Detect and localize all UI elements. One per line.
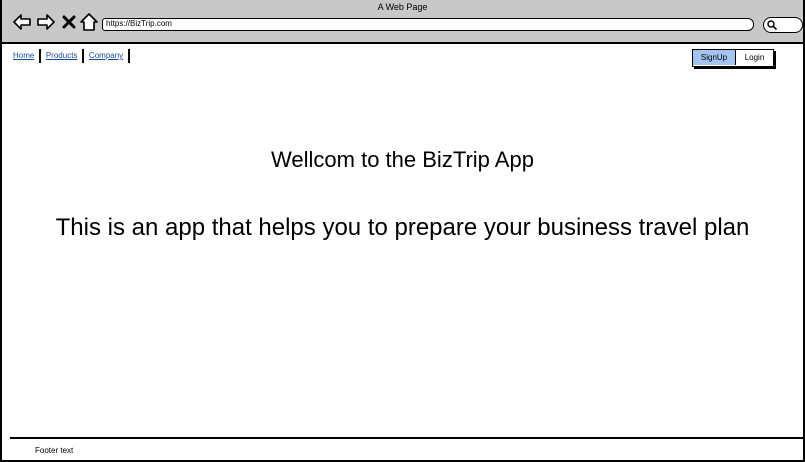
page-headline: Wellcom to the BizTrip App [271,147,534,172]
close-icon[interactable] [59,12,79,32]
nav-link-home[interactable]: Home [13,50,39,62]
signup-button[interactable]: SignUp [693,50,736,65]
top-nav: Home Products Company [13,49,130,63]
auth-button-group: SignUp Login [692,49,774,67]
nav-link-company[interactable]: Company [84,50,128,62]
window-title: A Web Page [377,2,428,12]
arrow-left-icon[interactable] [12,12,32,32]
search-icon [767,20,777,30]
arrow-right-icon[interactable] [36,12,56,32]
page-tagline: This is an app that helps you to prepare… [55,214,750,241]
browser-search-field[interactable] [763,17,803,33]
footer-text: Footer text [35,446,74,455]
browser-toolbar: A Web Page https://BizTrip.com [2,0,803,44]
nav-divider [128,49,130,63]
footer-divider [10,437,803,439]
home-icon[interactable] [79,12,99,32]
browser-window: A Web Page https://BizTrip.com Home Prod… [0,0,805,462]
nav-link-products[interactable]: Products [41,50,83,62]
url-input[interactable]: https://BizTrip.com [102,18,754,31]
login-button[interactable]: Login [736,50,773,65]
